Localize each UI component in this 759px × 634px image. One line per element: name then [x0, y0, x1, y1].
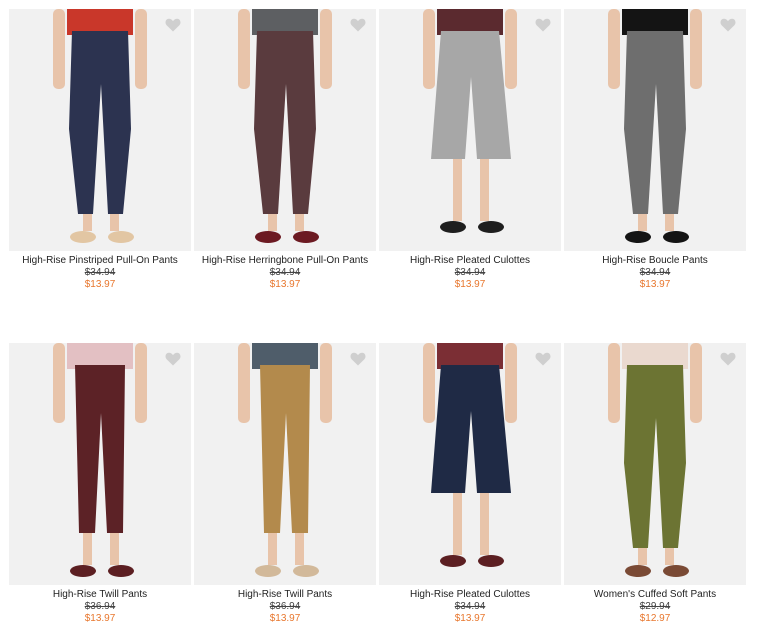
favorite-heart-icon[interactable]: [165, 352, 181, 366]
sale-price: $13.97: [269, 279, 301, 290]
product-info: High-Rise Pleated Culottes $34.94 $13.97: [379, 251, 561, 291]
product-info: High-Rise Twill Pants $36.94 $13.97: [9, 585, 191, 625]
product-image[interactable]: [9, 9, 191, 251]
product-image[interactable]: [564, 9, 746, 251]
product-name[interactable]: High-Rise Boucle Pants: [564, 255, 746, 267]
product-info: High-Rise Pinstriped Pull-On Pants $34.94…: [9, 251, 191, 291]
product-image[interactable]: [379, 343, 561, 585]
product-image[interactable]: [194, 9, 376, 251]
product-card[interactable]: High-Rise Pleated Culottes $34.94 $13.97: [379, 343, 561, 625]
product-image[interactable]: [194, 343, 376, 585]
original-price: $34.94: [454, 267, 486, 278]
product-name[interactable]: High-Rise Pinstriped Pull-On Pants: [9, 255, 191, 267]
product-info: High-Rise Boucle Pants $34.94 $13.97: [564, 251, 746, 291]
model-illustration: [238, 9, 332, 243]
sale-price: $13.97: [269, 613, 301, 624]
product-card[interactable]: High-Rise Twill Pants $36.94 $13.97: [194, 343, 376, 625]
model-illustration: [608, 9, 702, 243]
product-image[interactable]: [564, 343, 746, 585]
original-price: $34.94: [454, 601, 486, 612]
model-illustration: [238, 343, 332, 577]
favorite-heart-icon[interactable]: [720, 18, 736, 32]
original-price: $36.94: [84, 601, 116, 612]
favorite-heart-icon[interactable]: [720, 352, 736, 366]
favorite-heart-icon[interactable]: [350, 18, 366, 32]
favorite-heart-icon[interactable]: [350, 352, 366, 366]
original-price: $36.94: [269, 601, 301, 612]
product-card[interactable]: High-Rise Herringbone Pull-On Pants $34.9…: [194, 9, 376, 291]
sale-price: $13.97: [84, 279, 116, 290]
model-illustration: [423, 9, 517, 233]
product-card[interactable]: High-Rise Pleated Culottes $34.94 $13.97: [379, 9, 561, 291]
product-info: High-Rise Twill Pants $36.94 $13.97: [194, 585, 376, 625]
product-name[interactable]: Women's Cuffed Soft Pants: [564, 589, 746, 601]
product-info: High-Rise Herringbone Pull-On Pants $34.9…: [194, 251, 376, 291]
product-name[interactable]: High-Rise Pleated Culottes: [379, 589, 561, 601]
product-name[interactable]: High-Rise Twill Pants: [194, 589, 376, 601]
original-price: $34.94: [639, 267, 671, 278]
product-card[interactable]: High-Rise Twill Pants $36.94 $13.97: [9, 343, 191, 625]
product-name[interactable]: High-Rise Twill Pants: [9, 589, 191, 601]
favorite-heart-icon[interactable]: [535, 18, 551, 32]
product-grid: High-Rise Pinstriped Pull-On Pants $34.94…: [0, 0, 759, 634]
sale-price: $13.97: [639, 279, 671, 290]
product-card[interactable]: High-Rise Pinstriped Pull-On Pants $34.94…: [9, 9, 191, 291]
sale-price: $13.97: [84, 613, 116, 624]
sale-price: $13.97: [454, 613, 486, 624]
product-image[interactable]: [379, 9, 561, 251]
favorite-heart-icon[interactable]: [535, 352, 551, 366]
original-price: $34.94: [269, 267, 301, 278]
product-info: High-Rise Pleated Culottes $34.94 $13.97: [379, 585, 561, 625]
product-name[interactable]: High-Rise Herringbone Pull-On Pants: [194, 255, 376, 267]
model-illustration: [423, 343, 517, 567]
product-name[interactable]: High-Rise Pleated Culottes: [379, 255, 561, 267]
model-illustration: [53, 9, 147, 243]
sale-price: $13.97: [454, 279, 486, 290]
original-price: $29.94: [639, 601, 671, 612]
model-illustration: [53, 343, 147, 577]
product-card[interactable]: Women's Cuffed Soft Pants $29.94 $12.97: [564, 343, 746, 625]
product-image[interactable]: [9, 343, 191, 585]
product-card[interactable]: High-Rise Boucle Pants $34.94 $13.97: [564, 9, 746, 291]
product-info: Women's Cuffed Soft Pants $29.94 $12.97: [564, 585, 746, 625]
original-price: $34.94: [84, 267, 116, 278]
favorite-heart-icon[interactable]: [165, 18, 181, 32]
sale-price: $12.97: [639, 613, 671, 624]
model-illustration: [608, 343, 702, 577]
